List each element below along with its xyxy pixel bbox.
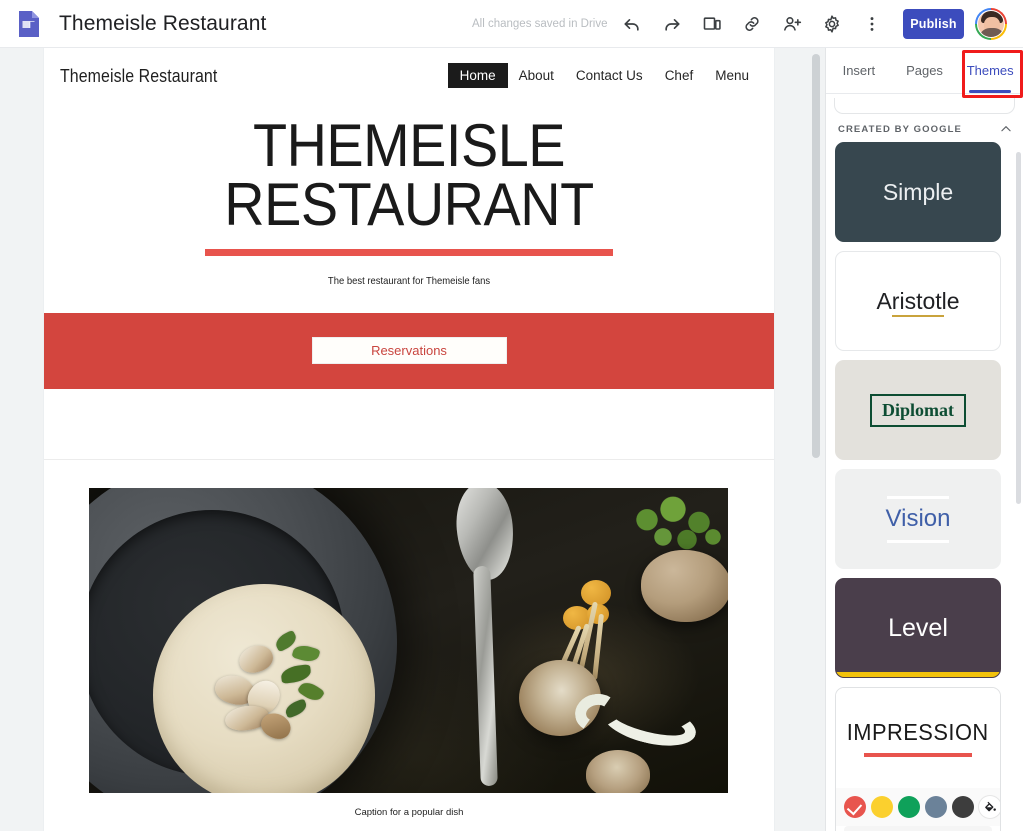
image-caption[interactable]: Caption for a popular dish — [89, 807, 729, 818]
theme-name-impression: IMPRESSION — [847, 719, 989, 745]
tab-themes[interactable]: Themes — [957, 48, 1023, 93]
dish-photo[interactable] — [89, 487, 728, 793]
site-navigation: Home About Contact Us Chef Menu — [447, 63, 760, 88]
toolbar-icon-group — [612, 4, 892, 44]
site-header: Themeisle Restaurant Home About Contact … — [44, 48, 774, 103]
hero-subtitle[interactable]: The best restaurant for Themeisle fans — [81, 275, 738, 287]
section-header-created-by-google: CREATED BY GOOGLE — [826, 114, 1023, 142]
theme-card-aristotle[interactable]: Aristotle — [835, 251, 1001, 351]
theme-preview-impression: IMPRESSION — [836, 688, 1000, 788]
swatch-dark-gray[interactable] — [952, 796, 974, 818]
themes-list: Simple Aristotle Diplomat Vision Level I… — [826, 142, 1023, 831]
paint-bucket-icon[interactable] — [979, 796, 1000, 818]
hero-section: THEMEISLE RESTAURANT The best restaurant… — [44, 103, 774, 313]
more-vertical-icon[interactable] — [852, 4, 892, 44]
theme-card-simple[interactable]: Simple — [835, 142, 1001, 242]
site-canvas: Themeisle Restaurant Home About Contact … — [0, 48, 825, 831]
avatar-image — [977, 10, 1005, 38]
themes-panel: Insert Pages Themes CREATED BY GOOGLE Si… — [825, 48, 1023, 831]
swatch-red[interactable] — [844, 796, 866, 818]
theme-name-vision: Vision — [885, 505, 951, 532]
nav-item-about[interactable]: About — [508, 64, 565, 87]
cta-band: Reservations — [44, 312, 774, 389]
theme-card-impression[interactable]: IMPRESSION — [835, 687, 1001, 831]
theme-name-box: Diplomat — [870, 393, 966, 427]
hero-title[interactable]: THEMEISLE RESTAURANT — [70, 116, 749, 235]
save-status: All changes saved in Drive — [472, 17, 608, 30]
theme-accent-rule-impression — [864, 753, 972, 757]
preview-icon[interactable] — [692, 4, 732, 44]
redo-icon[interactable] — [652, 4, 692, 44]
tab-insert[interactable]: Insert — [826, 48, 892, 93]
undo-icon[interactable] — [612, 4, 652, 44]
theme-line-bottom — [887, 540, 949, 543]
canvas-scrollbar[interactable] — [812, 54, 820, 458]
theme-card-level[interactable]: Level — [835, 578, 1001, 678]
google-sites-editor: Themeisle Restaurant All changes saved i… — [0, 0, 1023, 831]
chevron-up-icon[interactable] — [999, 122, 1013, 136]
site-page: Themeisle Restaurant Home About Contact … — [44, 48, 774, 831]
reservations-button[interactable]: Reservations — [311, 337, 507, 365]
spacer-section — [44, 388, 774, 459]
nav-item-contact-us[interactable]: Contact Us — [565, 64, 654, 87]
tab-pages[interactable]: Pages — [892, 48, 958, 93]
theme-accent-stripe — [836, 672, 1000, 677]
nav-item-home[interactable]: Home — [447, 63, 508, 88]
swatch-green[interactable] — [898, 796, 920, 818]
section-title: CREATED BY GOOGLE — [838, 123, 962, 135]
color-swatch-row — [836, 788, 1000, 826]
theme-name-simple: Simple — [882, 178, 954, 205]
partial-theme-card-above[interactable] — [834, 98, 1015, 114]
settings-gear-icon[interactable] — [812, 4, 852, 44]
theme-name-level: Level — [888, 613, 948, 642]
font-style-select[interactable]: Font style — [844, 826, 992, 831]
add-person-icon[interactable] — [772, 4, 812, 44]
swatch-slate-blue[interactable] — [925, 796, 947, 818]
top-toolbar: Themeisle Restaurant All changes saved i… — [0, 0, 1023, 48]
theme-line-top — [887, 496, 949, 499]
theme-accent-rule — [892, 315, 944, 317]
hero-divider — [205, 248, 613, 256]
nav-item-chef[interactable]: Chef — [654, 64, 705, 87]
theme-card-vision[interactable]: Vision — [835, 469, 1001, 569]
swatch-yellow[interactable] — [871, 796, 893, 818]
avatar[interactable] — [975, 8, 1007, 40]
theme-name-diplomat: Diplomat — [882, 399, 954, 420]
image-section: Caption for a popular dish — [44, 460, 774, 818]
theme-name-aristotle: Aristotle — [876, 287, 960, 314]
nav-item-menu[interactable]: Menu — [704, 64, 760, 87]
site-title[interactable]: Themeisle Restaurant — [59, 12, 266, 36]
site-logo-text[interactable]: Themeisle Restaurant — [60, 65, 217, 87]
panel-tabs: Insert Pages Themes — [826, 48, 1023, 94]
theme-card-diplomat[interactable]: Diplomat — [835, 360, 1001, 460]
panel-scrollbar[interactable] — [1016, 152, 1021, 504]
publish-button[interactable]: Publish — [903, 9, 964, 39]
google-sites-icon[interactable] — [14, 9, 44, 39]
link-icon[interactable] — [732, 4, 772, 44]
